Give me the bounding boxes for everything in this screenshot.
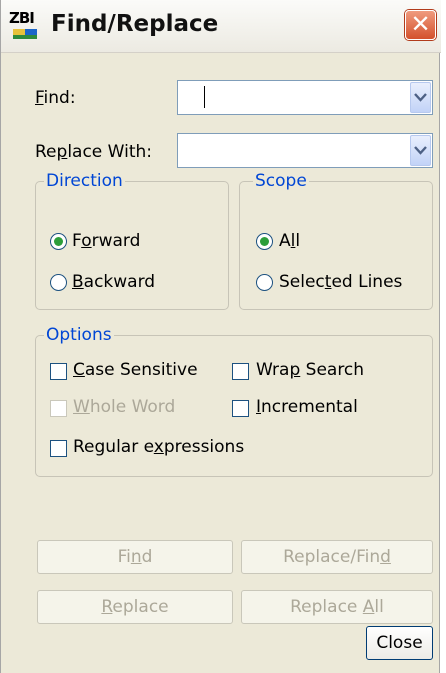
forward-radio-label[interactable]: Forward bbox=[72, 231, 140, 251]
selected-lines-radio-label[interactable]: Selected Lines bbox=[279, 272, 402, 292]
close-button[interactable]: Close bbox=[366, 626, 433, 660]
app-icon-text: ZBI bbox=[9, 9, 35, 27]
zbi-app-icon: ZBI bbox=[9, 9, 47, 43]
dialog-title: Find/Replace bbox=[51, 11, 219, 37]
title-bar[interactable]: ZBI Find/Replace ✕ bbox=[1, 0, 441, 53]
whole-word-label: Whole Word bbox=[73, 397, 176, 417]
find-label: Find: bbox=[35, 88, 76, 108]
wrap-search-checkbox[interactable] bbox=[232, 363, 249, 380]
find-combobox[interactable] bbox=[177, 80, 433, 115]
wrap-search-label[interactable]: Wrap Search bbox=[256, 360, 364, 380]
find-replace-dialog: ZBI Find/Replace ✕ Find: Replace With: D… bbox=[0, 0, 441, 673]
scope-legend: Scope bbox=[253, 171, 309, 191]
backward-radio-label[interactable]: Backward bbox=[72, 272, 155, 292]
text-caret bbox=[204, 86, 205, 108]
find-dropdown-button[interactable] bbox=[410, 82, 431, 113]
replace-all-button[interactable]: Replace All bbox=[241, 590, 433, 624]
close-x-icon[interactable]: ✕ bbox=[405, 10, 436, 40]
replace-with-combobox[interactable] bbox=[177, 133, 433, 168]
whole-word-checkbox bbox=[50, 400, 67, 417]
direction-legend: Direction bbox=[44, 171, 125, 191]
chevron-down-icon bbox=[414, 146, 427, 155]
chevron-down-icon bbox=[414, 93, 427, 102]
regular-expressions-checkbox[interactable] bbox=[50, 440, 67, 457]
backward-radio[interactable] bbox=[50, 274, 67, 291]
forward-radio[interactable] bbox=[50, 233, 67, 250]
case-sensitive-label[interactable]: Case Sensitive bbox=[73, 360, 198, 380]
all-radio-label[interactable]: All bbox=[279, 231, 300, 251]
replace-with-dropdown-button[interactable] bbox=[410, 135, 431, 166]
all-radio[interactable] bbox=[256, 233, 273, 250]
incremental-checkbox[interactable] bbox=[232, 400, 249, 417]
find-button[interactable]: Find bbox=[37, 540, 233, 574]
replace-find-button[interactable]: Replace/Find bbox=[241, 540, 433, 574]
replace-with-label: Replace With: bbox=[35, 142, 152, 162]
replace-button[interactable]: Replace bbox=[37, 590, 233, 624]
regular-expressions-label[interactable]: Regular expressions bbox=[73, 437, 244, 457]
selected-lines-radio[interactable] bbox=[256, 274, 273, 291]
case-sensitive-checkbox[interactable] bbox=[50, 363, 67, 380]
options-legend: Options bbox=[44, 325, 114, 345]
incremental-label[interactable]: Incremental bbox=[256, 397, 358, 417]
